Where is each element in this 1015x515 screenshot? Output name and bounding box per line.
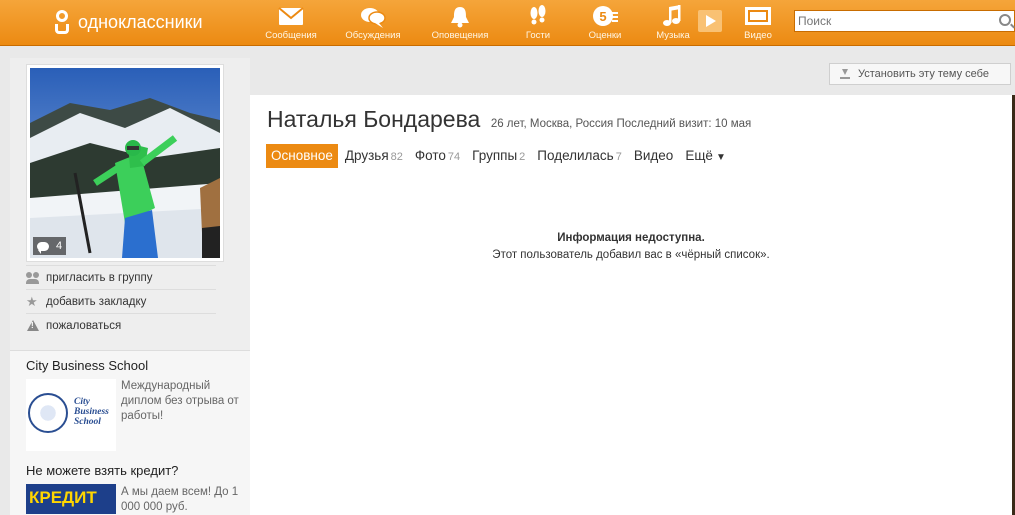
report-label: пожаловаться — [46, 319, 122, 332]
ok-logo-icon — [52, 9, 72, 35]
envelope-icon — [277, 4, 305, 30]
report-link[interactable]: пожаловаться — [26, 313, 216, 337]
search-icon[interactable] — [999, 14, 1011, 26]
profile-main: Наталья Бондарева 26 лет, Москва, Россия… — [250, 95, 1012, 515]
invite-to-group-link[interactable]: пригласить в группу — [26, 265, 216, 289]
nav-guests-label: Гости — [525, 30, 551, 41]
logo-text: одноклассники — [78, 11, 203, 32]
nav-video-label: Видео — [744, 30, 772, 41]
nav-notifications-label: Оповещения — [431, 30, 489, 41]
nav-guests[interactable]: Гости — [502, 0, 574, 46]
photo-comments-counter[interactable]: 4 — [33, 237, 67, 255]
profile-meta: 26 лет, Москва, Россия Последний визит: … — [490, 118, 752, 130]
triangle-down-icon: ▼ — [715, 152, 726, 163]
set-theme-label: Установить эту тему себе — [858, 68, 989, 80]
blocked-notice: Информация недоступна. Этот пользователь… — [250, 232, 1012, 261]
profile-tabs: Основное Друзья 82 Фото 74 Группы 2 Поделил… — [266, 144, 733, 168]
ad-title-credit[interactable]: Не можете взять кредит? — [26, 463, 178, 478]
set-theme-button[interactable]: Установить эту тему себе — [829, 63, 1011, 85]
nav-discussions-label: Обсуждения — [345, 30, 401, 41]
groups-count: 2 — [519, 151, 526, 163]
photos-count: 74 — [447, 151, 461, 163]
profile-name[interactable]: Наталья Бондарева — [267, 106, 480, 132]
comment-icon — [37, 241, 49, 254]
cbs-emblem-icon — [28, 393, 68, 433]
ad-text-credit[interactable]: А мы даем всем! До 1 000 000 руб. — [121, 485, 241, 515]
nav-messages-label: Сообщения — [265, 30, 317, 41]
tab-photos[interactable]: Фото 74 — [410, 144, 465, 168]
video-icon — [744, 4, 772, 30]
ad-text-cbs[interactable]: Международный диплом без отрыва от работ… — [121, 379, 241, 424]
star-icon: ★ — [26, 293, 38, 309]
cbs-logo: City Business School — [26, 379, 116, 451]
ads-panel: City Business School City Business Schoo… — [10, 350, 250, 515]
cbs-logo-text: City Business School — [74, 397, 109, 427]
profile-photo[interactable]: 4 — [30, 68, 220, 258]
tab-groups[interactable]: Группы 2 — [467, 144, 530, 168]
people-icon — [26, 271, 40, 284]
tab-video[interactable]: Видео — [629, 144, 678, 168]
profile-header: Наталья Бондарева 26 лет, Москва, Россия… — [267, 106, 751, 133]
left-column: 4 пригласить в группу ★ добавить закладк… — [10, 58, 250, 515]
download-icon — [840, 69, 850, 79]
profile-photo-frame: 4 — [26, 64, 224, 262]
music-note-icon — [659, 4, 687, 30]
blocked-notice-text: Этот пользователь добавил вас в «чёрный … — [492, 249, 770, 261]
photo-comments-count: 4 — [56, 240, 63, 252]
ad-title-cbs[interactable]: City Business School — [26, 358, 148, 373]
friends-count: 82 — [390, 151, 403, 163]
nav-notifications[interactable]: Оповещения — [424, 0, 496, 46]
add-bookmark-link[interactable]: ★ добавить закладку — [26, 289, 216, 313]
shared-count: 7 — [615, 151, 622, 163]
nav-video[interactable]: Видео — [722, 0, 794, 46]
speech-bubbles-icon — [359, 4, 387, 30]
tab-friends[interactable]: Друзья 82 — [340, 144, 408, 168]
search-input[interactable] — [795, 11, 995, 31]
top-bar: одноклассники Сообщения Обсуждения Опове… — [0, 0, 1015, 46]
play-icon — [706, 15, 716, 27]
search-field[interactable] — [794, 10, 1015, 32]
nav-ratings-label: Оценки — [588, 30, 622, 41]
warning-icon — [26, 319, 40, 332]
rating-icon: 5 — [591, 4, 619, 30]
ad-image-credit[interactable]: КРЕДИТ — [26, 484, 116, 514]
profile-actions: пригласить в группу ★ добавить закладку … — [26, 265, 216, 337]
nav-ratings[interactable]: 5 Оценки — [569, 0, 641, 46]
add-bookmark-label: добавить закладку — [46, 295, 147, 308]
music-play-button[interactable] — [698, 10, 722, 32]
site-logo[interactable]: одноклассники — [52, 9, 203, 35]
svg-text:5: 5 — [599, 9, 606, 24]
tab-more[interactable]: Ещё ▼ — [680, 144, 731, 168]
tab-shared[interactable]: Поделилась 7 — [532, 144, 627, 168]
invite-to-group-label: пригласить в группу — [46, 271, 153, 284]
tab-main[interactable]: Основное — [266, 144, 338, 168]
nav-messages[interactable]: Сообщения — [255, 0, 327, 46]
ski-photo-image — [30, 68, 220, 258]
ad-image-cbs[interactable]: City Business School — [26, 379, 116, 451]
bell-icon — [446, 4, 474, 30]
nav-discussions[interactable]: Обсуждения — [337, 0, 409, 46]
blocked-notice-title: Информация недоступна. — [557, 232, 705, 244]
footprints-icon — [524, 4, 552, 30]
credit-logo: КРЕДИТ — [26, 484, 116, 514]
